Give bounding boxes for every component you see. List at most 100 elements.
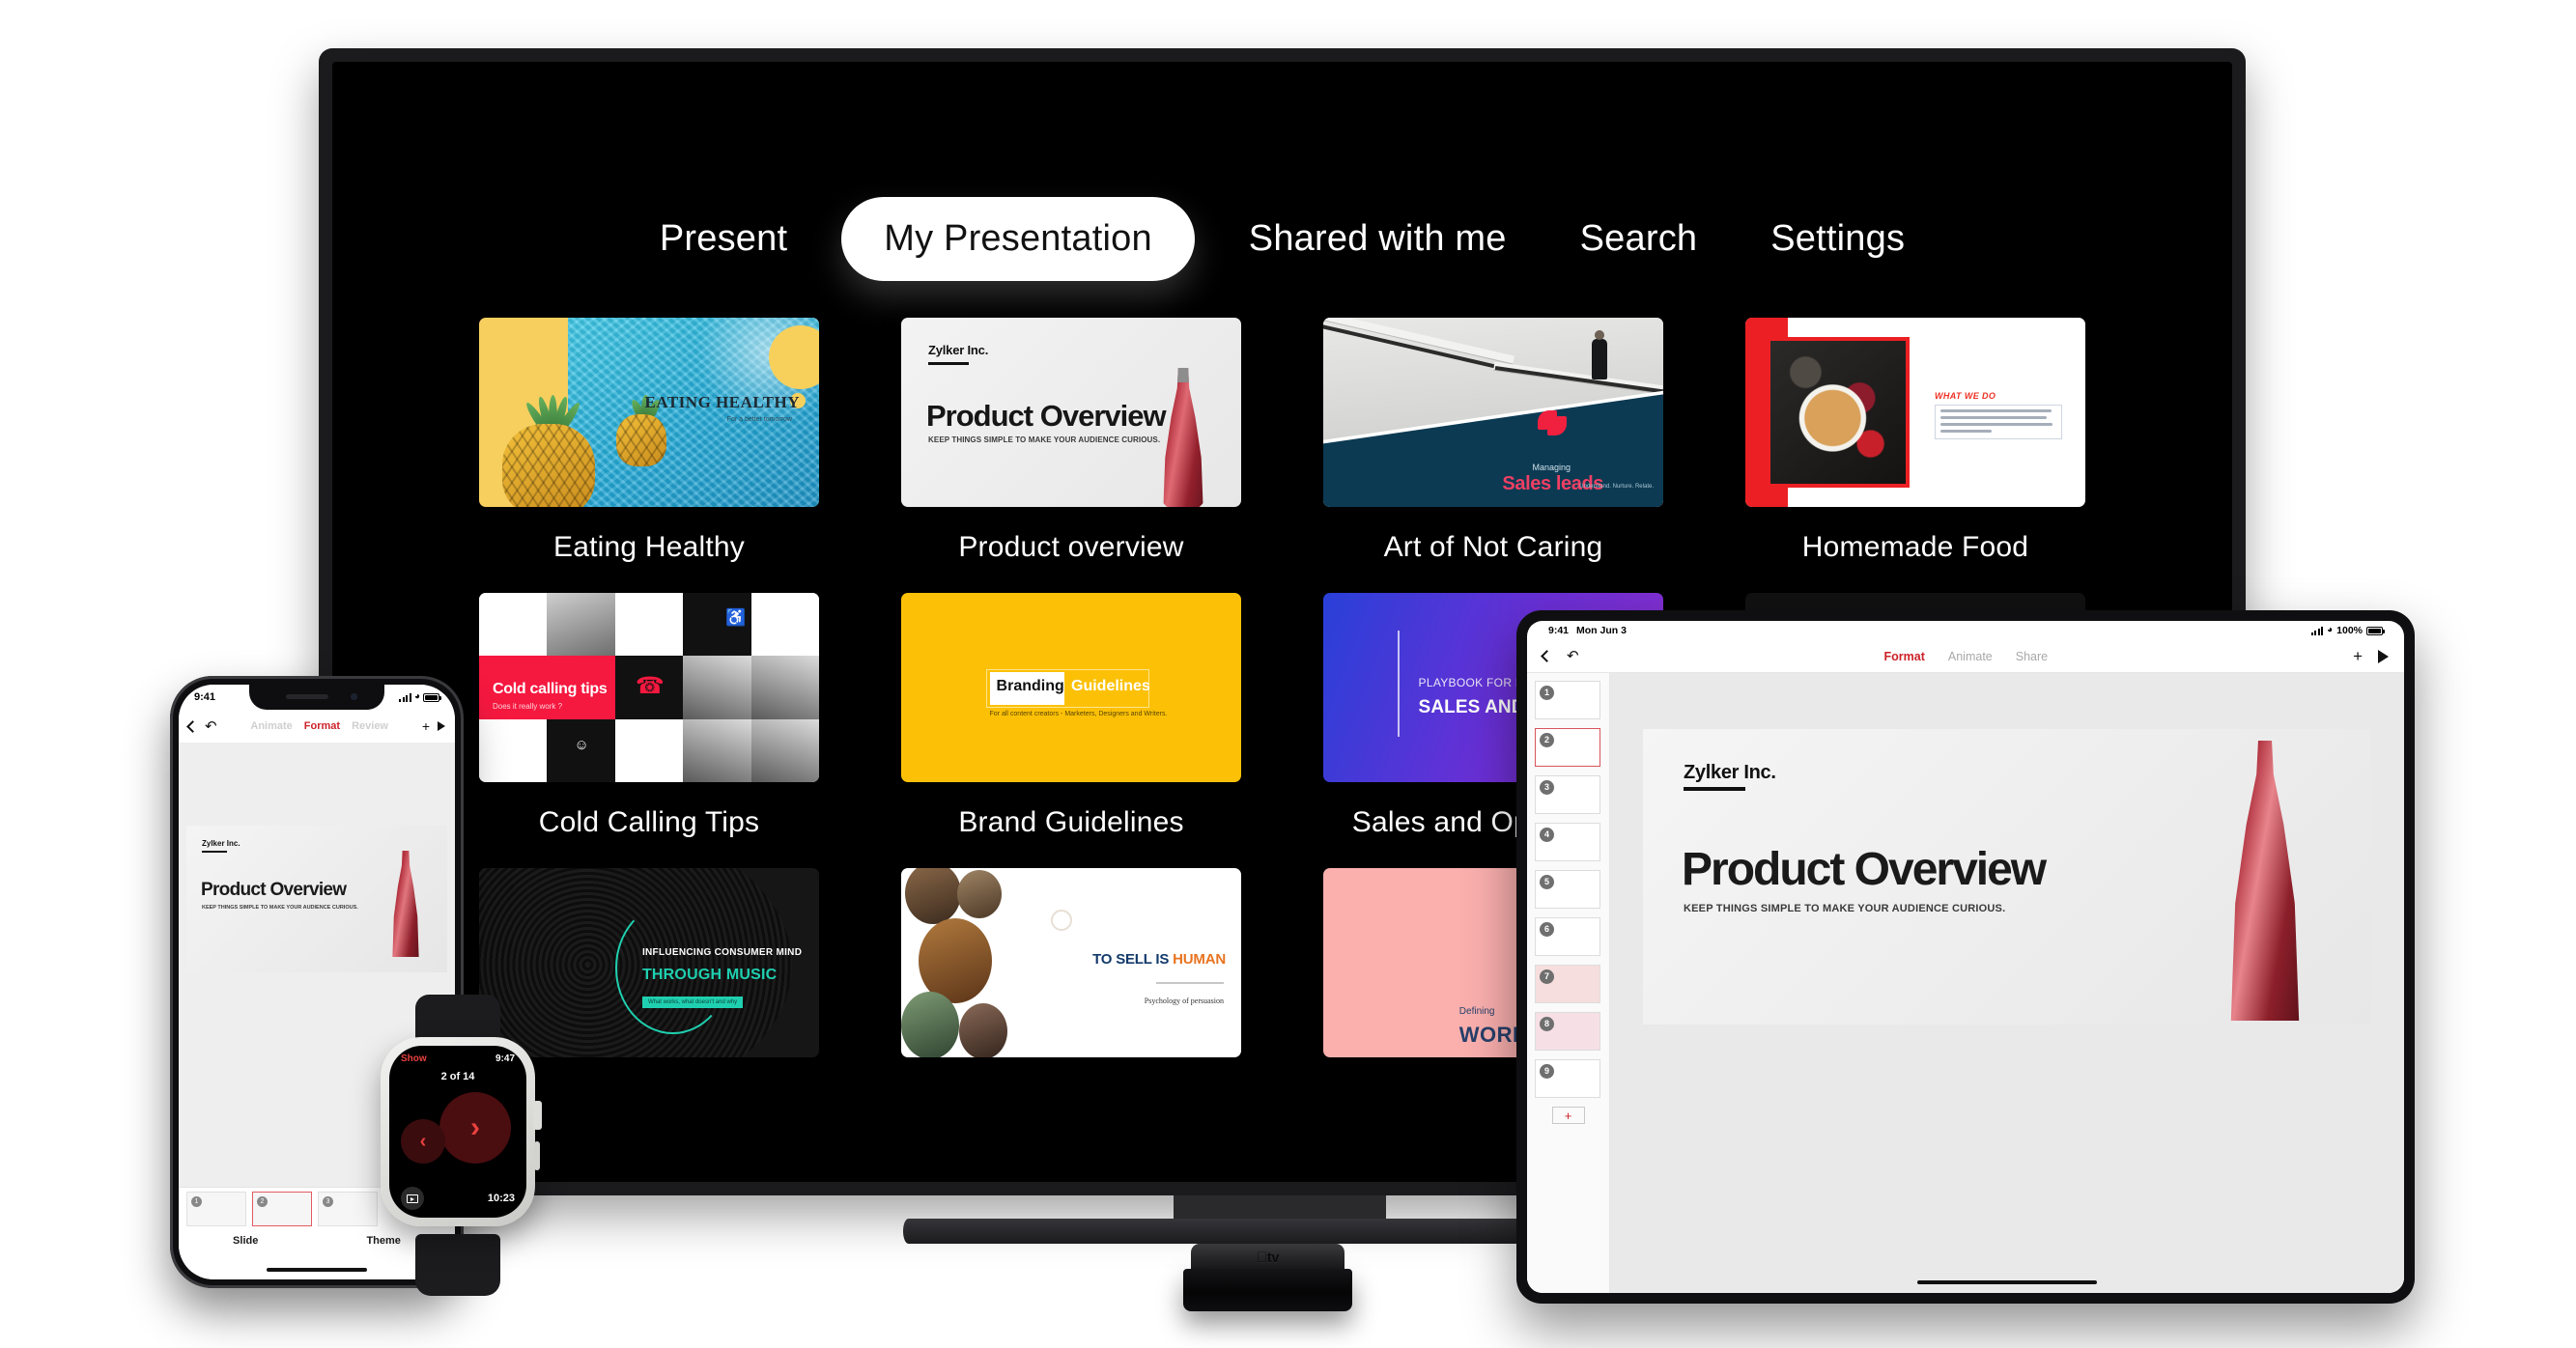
pineapple-large	[502, 372, 595, 507]
ipad-current-slide[interactable]: Zylker Inc. Product Overview KEEP THINGS…	[1643, 729, 2371, 1025]
add-slide-button[interactable]: +	[1551, 1107, 1585, 1124]
slide-subtitle: KEEP THINGS SIMPLE TO MAKE YOUR AUDIENCE…	[928, 435, 1161, 444]
deck-thumbnail-homemade-food[interactable]: WHAT WE DO	[1745, 318, 2085, 507]
ipad-status-right: ◕ 100%	[2310, 625, 2385, 636]
rail-slide-3[interactable]: 3	[1535, 775, 1600, 814]
slide-subtitle: What works, what doesn't and why	[641, 997, 744, 1009]
tab-review[interactable]: Review	[352, 720, 388, 732]
rail-slide-6[interactable]: 6	[1535, 917, 1600, 956]
filmstrip-slide-3[interactable]: 3	[318, 1191, 378, 1226]
vase-image	[1163, 368, 1203, 507]
filmstrip-slide-1[interactable]: 1	[186, 1191, 246, 1226]
dart-icon	[1538, 410, 1580, 435]
home-indicator[interactable]	[267, 1268, 367, 1272]
apple-tv-box: tv	[1183, 1244, 1352, 1313]
deck-thumbnail-eating-healthy[interactable]: EATING HEALTHY For a better tomorrow	[479, 318, 819, 507]
battery-icon	[2366, 626, 2385, 635]
deck-card[interactable]: ♿ ☺ ☎ Cold calling tips Does it really w…	[479, 593, 819, 857]
battery-percent: 100%	[2336, 625, 2363, 636]
slide-number: 1	[1540, 686, 1554, 700]
front-camera	[351, 693, 357, 700]
chevron-left-icon: ‹	[419, 1131, 427, 1152]
deck-card[interactable]: Zylker Inc. Product Overview KEEP THINGS…	[901, 318, 1241, 581]
plus-icon[interactable]: +	[422, 719, 430, 733]
deck-card[interactable]: Managing Sales leads Understand. Nurture…	[1323, 318, 1663, 581]
deck-thumbnail-art-of-not-caring[interactable]: Managing Sales leads Understand. Nurture…	[1323, 318, 1663, 507]
photo-bubble-column	[901, 868, 1024, 1057]
divider	[1156, 981, 1224, 984]
tab-format[interactable]: Format	[304, 720, 340, 732]
vertical-rule	[1398, 631, 1401, 737]
tv-nav-search[interactable]: Search	[1543, 218, 1735, 260]
play-icon[interactable]	[438, 721, 445, 731]
deck-thumbnail-cold-calling-tips[interactable]: ♿ ☺ ☎ Cold calling tips Does it really w…	[479, 593, 819, 782]
earpiece-speaker	[286, 694, 328, 699]
rail-slide-5[interactable]: 5	[1535, 870, 1600, 909]
tab-format[interactable]: Format	[1884, 650, 1925, 663]
cellular-signal-icon	[399, 692, 411, 702]
undo-icon[interactable]: ↶	[205, 719, 217, 734]
tab-share[interactable]: Share	[2016, 650, 2048, 663]
iphone-status-time: 9:41	[194, 691, 216, 703]
deck-thumbnail-brand-guidelines[interactable]: Branding Guidelines For all content crea…	[901, 593, 1241, 782]
tab-animate[interactable]: Animate	[250, 720, 292, 732]
plus-icon[interactable]: +	[2353, 648, 2363, 664]
screenshot-stage: Present My Presentation Shared with me S…	[0, 0, 2576, 1348]
tab-animate[interactable]: Animate	[1948, 650, 1993, 663]
undo-icon[interactable]: ↶	[1567, 649, 1579, 663]
filmstrip-slide-2[interactable]: 2	[252, 1191, 312, 1226]
phone-ring-icon: ☎	[635, 673, 665, 700]
slide-brand: Zylker Inc.	[202, 839, 241, 848]
slide-heading: Cold calling tips	[493, 681, 608, 698]
previous-slide-button[interactable]: ‹	[401, 1119, 445, 1164]
ipad-slide-rail[interactable]: 1 2 3 4 5 6 7 8 9 +	[1527, 673, 1610, 1293]
deck-card[interactable]: Branding Guidelines For all content crea…	[901, 593, 1241, 857]
deck-card[interactable]: WHAT WE DO Homemade Food	[1745, 318, 2085, 581]
deck-card[interactable]: EATING HEALTHY For a better tomorrow Eat…	[479, 318, 819, 581]
rail-slide-1[interactable]: 1	[1535, 681, 1600, 719]
slide-subtitle: For all content creators - Marketers, De…	[989, 710, 1168, 717]
iphone-current-slide[interactable]: Zylker Inc. Product Overview KEEP THINGS…	[186, 826, 447, 972]
tab-slide[interactable]: Slide	[233, 1235, 258, 1247]
chevron-left-icon[interactable]	[1541, 650, 1553, 662]
chevron-left-icon[interactable]	[186, 719, 199, 733]
ipad-slide-canvas[interactable]: Zylker Inc. Product Overview KEEP THINGS…	[1610, 673, 2404, 1293]
slide-subtitle: KEEP THINGS SIMPLE TO MAKE YOUR AUDIENCE…	[1684, 903, 2006, 914]
watch-app-name: Show	[401, 1053, 427, 1064]
watch-time: 9:47	[495, 1053, 515, 1064]
tv-nav-my-presentation[interactable]: My Presentation	[841, 197, 1195, 281]
rail-slide-4[interactable]: 4	[1535, 823, 1600, 861]
slide-number: 2	[1540, 733, 1554, 747]
rail-slide-8[interactable]: 8	[1535, 1012, 1600, 1051]
group-icon: ☺	[574, 736, 589, 753]
slide-number: 7	[1540, 969, 1554, 984]
home-indicator[interactable]	[1917, 1280, 2097, 1284]
side-button[interactable]	[534, 1141, 540, 1170]
tv-nav-shared-with-me[interactable]: Shared with me	[1212, 218, 1543, 260]
iphone-toolbar-tabs: Animate Format Review	[225, 720, 414, 732]
digital-crown[interactable]	[533, 1101, 542, 1130]
slide-number: 4	[1540, 828, 1554, 842]
watch-band-bottom	[415, 1234, 500, 1296]
deck-thumbnail-to-sell-is-human[interactable]: TO SELL IS HUMAN Psychology of persuasio…	[901, 868, 1241, 1057]
rail-slide-9[interactable]: 9	[1535, 1059, 1600, 1098]
slide-number: 1	[191, 1195, 202, 1207]
brand-underline	[928, 362, 969, 365]
deck-title: Art of Not Caring	[1383, 531, 1603, 563]
rail-slide-7[interactable]: 7	[1535, 965, 1600, 1003]
deck-card[interactable]: TO SELL IS HUMAN Psychology of persuasio…	[901, 868, 1241, 1057]
deck-title: Cold Calling Tips	[538, 806, 760, 838]
slide-number: 5	[1540, 875, 1554, 889]
slide-brand: Zylker Inc.	[928, 343, 989, 357]
rail-slide-2[interactable]: 2	[1535, 728, 1600, 767]
slide-number: 3	[1540, 780, 1554, 795]
deck-thumbnail-product-overview[interactable]: Zylker Inc. Product Overview KEEP THINGS…	[901, 318, 1241, 507]
brand-underline	[1684, 787, 1745, 791]
present-screen-icon[interactable]	[401, 1187, 424, 1210]
slide-subtitle: KEEP THINGS SIMPLE TO MAKE YOUR AUDIENCE…	[202, 905, 358, 911]
tv-nav-present[interactable]: Present	[623, 218, 824, 260]
tv-nav-settings[interactable]: Settings	[1734, 218, 1941, 260]
next-slide-button[interactable]: ›	[439, 1092, 511, 1164]
ipad-toolbar-left: ↶	[1541, 649, 1579, 663]
play-icon[interactable]	[2378, 649, 2389, 663]
